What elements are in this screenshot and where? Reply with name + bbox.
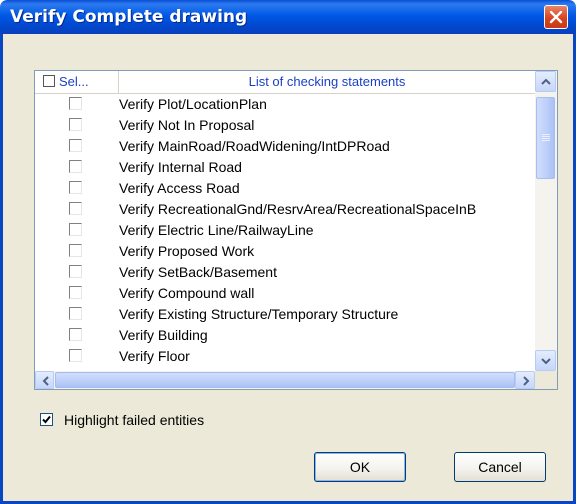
row-checkbox[interactable] <box>69 244 82 257</box>
row-checkbox[interactable] <box>69 265 82 278</box>
row-label: Verify Compound wall <box>119 285 255 301</box>
list-header: Sel... List of checking statements <box>35 71 535 94</box>
row-checkbox[interactable] <box>69 223 82 236</box>
list-item[interactable]: Verify Internal Road <box>35 157 535 178</box>
highlight-failed-label: Highlight failed entities <box>64 412 205 428</box>
list-item[interactable]: Verify Proposed Work <box>35 241 535 262</box>
row-label: Verify Plot/LocationPlan <box>119 96 267 112</box>
vertical-scrollbar[interactable] <box>535 71 557 371</box>
checking-statements-list[interactable]: Sel... List of checking statements Verif… <box>34 70 558 390</box>
row-label: Verify SetBack/Basement <box>119 264 277 280</box>
list-item[interactable]: Verify Electric Line/RailwayLine <box>35 220 535 241</box>
row-checkbox[interactable] <box>69 97 82 110</box>
window-frame-left <box>0 34 3 504</box>
list-item[interactable]: Verify Not In Proposal <box>35 115 535 136</box>
title-bar[interactable]: Verify Complete drawing <box>0 0 576 34</box>
row-checkbox[interactable] <box>69 328 82 341</box>
row-checkbox[interactable] <box>69 286 82 299</box>
column-header-select-label: Sel... <box>59 74 89 89</box>
checkmark-icon <box>42 415 51 424</box>
horizontal-scrollbar[interactable] <box>35 371 535 389</box>
chevron-left-icon <box>42 376 49 386</box>
column-header-statements[interactable]: List of checking statements <box>119 74 535 89</box>
cancel-button[interactable]: Cancel <box>454 452 546 482</box>
row-checkbox[interactable] <box>69 160 82 173</box>
select-all-checkbox[interactable] <box>43 75 55 87</box>
row-checkbox[interactable] <box>69 307 82 320</box>
list-item[interactable]: Verify SetBack/Basement <box>35 262 535 283</box>
row-label: Verify Internal Road <box>119 159 242 175</box>
row-label: Verify Access Road <box>119 180 240 196</box>
chevron-right-icon <box>523 376 530 386</box>
row-label: Verify Electric Line/RailwayLine <box>119 222 314 238</box>
list-rows: Verify Plot/LocationPlan Verify Not In Pr… <box>35 94 535 371</box>
row-label: Verify MainRoad/RoadWidening/IntDPRoad <box>119 138 390 154</box>
highlight-failed-checkbox[interactable] <box>40 413 53 426</box>
scroll-right-button[interactable] <box>515 371 535 389</box>
row-label: Verify Not In Proposal <box>119 117 255 133</box>
close-button[interactable] <box>544 5 568 29</box>
row-checkbox[interactable] <box>69 118 82 131</box>
ok-button[interactable]: OK <box>314 452 406 482</box>
row-checkbox[interactable] <box>69 202 82 215</box>
list-item[interactable]: Verify MainRoad/RoadWidening/IntDPRoad <box>35 136 535 157</box>
chevron-down-icon <box>541 358 551 365</box>
row-label: Verify Proposed Work <box>119 243 255 259</box>
list-item[interactable]: Verify RecreationalGnd/ResrvArea/Recreat… <box>35 199 535 220</box>
scroll-down-button[interactable] <box>535 350 556 371</box>
list-item[interactable]: Verify Compound wall <box>35 283 535 304</box>
row-label: Verify Building <box>119 327 208 343</box>
dialog-title: Verify Complete drawing <box>10 7 248 27</box>
row-label: Verify Existing Structure/Temporary Stru… <box>119 306 399 322</box>
list-item[interactable]: Verify Existing Structure/Temporary Stru… <box>35 304 535 325</box>
row-checkbox[interactable] <box>69 349 82 362</box>
scroll-left-button[interactable] <box>35 371 54 389</box>
row-label: Verify RecreationalGnd/ResrvArea/Recreat… <box>119 201 477 217</box>
list-item[interactable]: Verify Building <box>35 325 535 346</box>
scroll-corner <box>535 371 557 389</box>
list-item[interactable]: Verify Access Road <box>35 178 535 199</box>
horizontal-scroll-thumb[interactable] <box>55 372 515 388</box>
row-label: Verify Floor <box>119 348 190 364</box>
chevron-up-icon <box>541 78 551 85</box>
column-header-select[interactable]: Sel... <box>35 71 119 93</box>
list-item[interactable]: Verify Floor <box>35 346 535 367</box>
list-item[interactable]: Verify Plot/LocationPlan <box>35 94 535 115</box>
row-checkbox[interactable] <box>69 181 82 194</box>
verify-dialog: Verify Complete drawing Sel... List of c… <box>0 0 576 504</box>
vertical-scroll-thumb[interactable] <box>536 97 555 179</box>
scroll-up-button[interactable] <box>535 71 556 92</box>
row-checkbox[interactable] <box>69 139 82 152</box>
close-icon <box>549 10 563 24</box>
